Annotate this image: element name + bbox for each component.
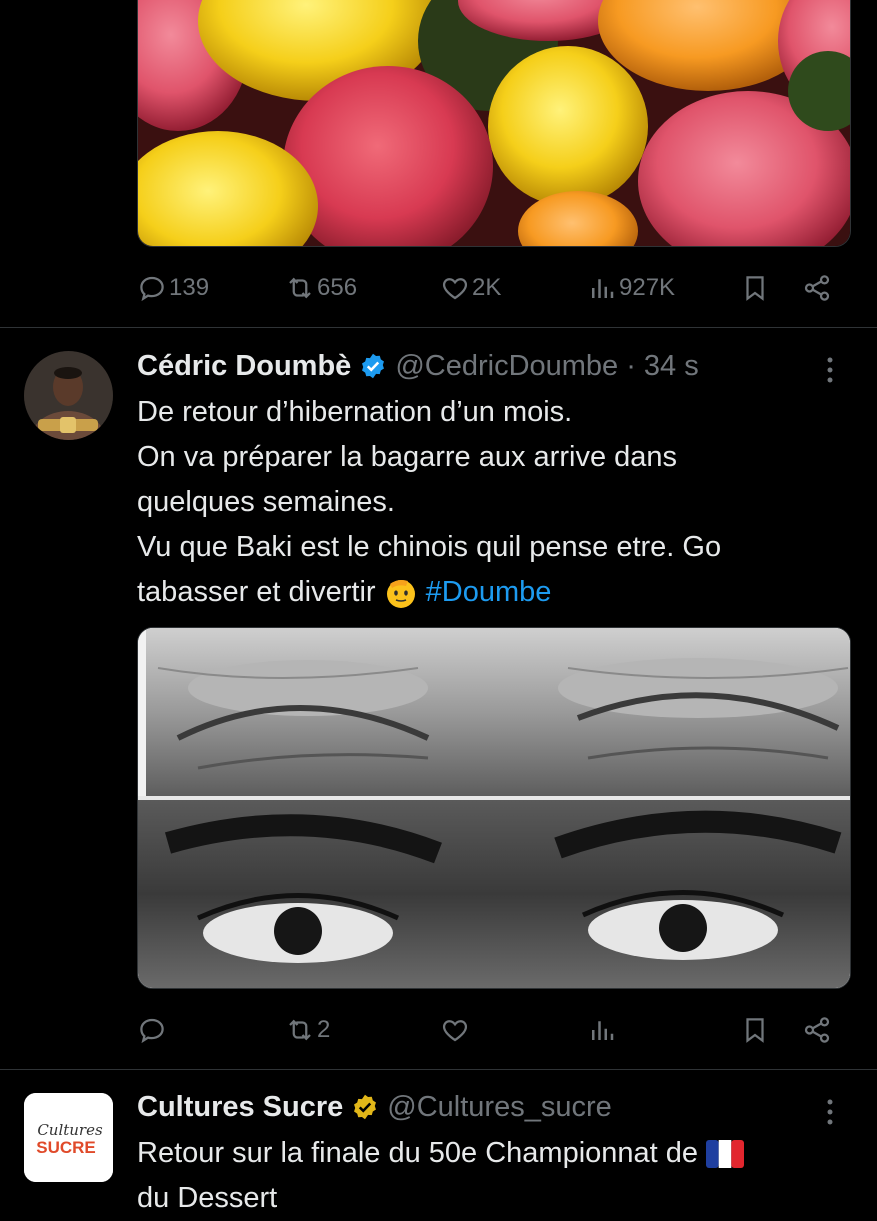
avatar-image: [24, 351, 113, 440]
like-button[interactable]: 2K: [440, 268, 501, 308]
previous-tweet-media[interactable]: [137, 0, 851, 247]
reply-icon: [140, 1018, 164, 1044]
previous-tweet-actions: 139 656 2K 927K: [137, 268, 834, 308]
tweet-text-line: tabasser et divertir: [137, 576, 376, 608]
retweet-count: 2: [317, 1016, 331, 1043]
like-button[interactable]: [440, 1010, 472, 1050]
views-icon: [592, 1021, 614, 1040]
share-button[interactable]: [802, 268, 832, 308]
tweet-text-line: On va préparer la bagarre aux arrive dan…: [137, 441, 678, 473]
next-author-avatar[interactable]: Cultures SUCRE: [24, 1093, 113, 1182]
reply-count: 139: [169, 274, 210, 301]
bookmark-icon: [746, 1018, 764, 1043]
tweet-text-line: du Dessert: [137, 1182, 278, 1214]
tweet-text-line: Retour sur la finale du 50e Championnat …: [137, 1137, 699, 1169]
tweet-text-line: De retour d’hibernation d’un mois.: [137, 396, 573, 428]
reply-icon: [140, 276, 164, 302]
tweet-actions: 2: [137, 1010, 834, 1050]
bookmark-button[interactable]: [740, 268, 770, 308]
candy-image: [138, 0, 850, 246]
share-icon: [804, 1017, 830, 1043]
next-tweet-header: Cultures Sucre @Cultures_sucre: [137, 1087, 612, 1127]
like-count: 2K: [472, 274, 502, 301]
author-handle[interactable]: @CedricDoumbe: [395, 350, 618, 383]
more-dots-icon: [827, 1099, 833, 1125]
france-flag-emoji-icon: [706, 1140, 745, 1169]
retweet-icon: [289, 1019, 311, 1041]
bookmark-button[interactable]: [740, 1010, 770, 1050]
heart-icon: [442, 278, 468, 300]
gold-verified-badge-icon: [354, 1094, 377, 1120]
retweet-button[interactable]: 2: [285, 1010, 330, 1050]
tweet-divider: [0, 327, 877, 328]
views-button[interactable]: [587, 1010, 619, 1050]
next-tweet-text: Retour sur la finale du 50e Championnat …: [137, 1131, 837, 1221]
views-button[interactable]: 927K: [587, 268, 675, 308]
retweet-icon: [289, 277, 311, 299]
cultures-sucre-logo: Cultures SUCRE: [24, 1093, 113, 1182]
tweet-text-line: Retour sur la finale du 50e Championnat …: [137, 1131, 837, 1176]
bookmark-icon: [746, 276, 764, 301]
share-icon: [804, 275, 830, 301]
tweet-time[interactable]: · 34 s: [626, 350, 699, 383]
hashtag-link[interactable]: #Doumbe: [426, 576, 552, 608]
share-button[interactable]: [802, 1010, 832, 1050]
tweet-divider: [0, 1069, 877, 1070]
eyes-comparison-image: [138, 628, 850, 988]
reply-button[interactable]: 139: [137, 268, 209, 308]
more-options-button[interactable]: [818, 1092, 842, 1132]
svg-text:Cultures: Cultures: [37, 1121, 103, 1139]
reply-button[interactable]: [137, 1010, 169, 1050]
tweet-text-line: quelques semaines.: [137, 486, 395, 518]
tweet-header: Cédric Doumbè @CedricDoumbe · 34 s: [137, 346, 699, 386]
author-avatar[interactable]: [24, 351, 113, 440]
next-author-name[interactable]: Cultures Sucre: [137, 1091, 343, 1124]
tweet-text-line: Vu que Baki est le chinois quil pense et…: [137, 531, 722, 563]
heart-icon: [442, 1020, 468, 1042]
views-icon: [592, 279, 614, 298]
author-name[interactable]: Cédric Doumbè: [137, 350, 351, 383]
retweet-count: 656: [317, 274, 358, 301]
next-author-handle[interactable]: @Cultures_sucre: [387, 1091, 611, 1124]
tweet-media[interactable]: [137, 627, 851, 989]
verified-badge-icon: [362, 353, 385, 379]
saluting-face-emoji-icon: [386, 580, 415, 609]
more-options-button[interactable]: [818, 350, 842, 390]
retweet-button[interactable]: 656: [285, 268, 357, 308]
tweet-text-line-last: tabasser et divertir #Doumbe: [137, 570, 837, 615]
tweet-text: De retour d’hibernation d’un mois. On va…: [137, 390, 837, 615]
more-dots-icon: [827, 357, 833, 383]
view-count: 927K: [619, 274, 676, 301]
svg-text:SUCRE: SUCRE: [36, 1138, 96, 1157]
